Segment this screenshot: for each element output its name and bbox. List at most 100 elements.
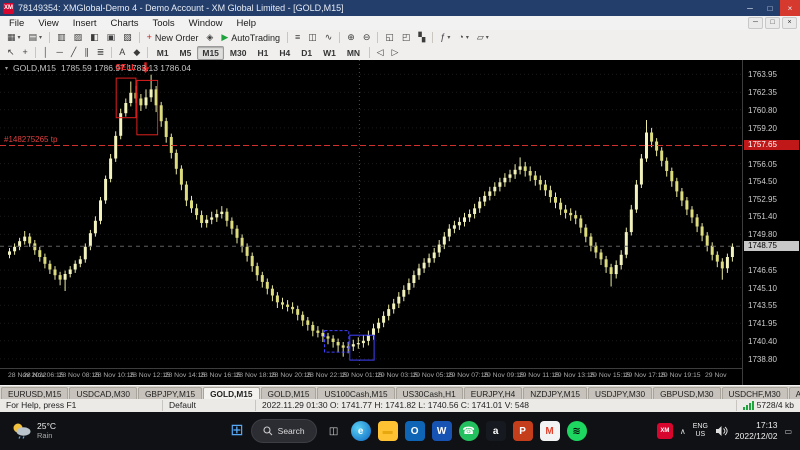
gmail-icon[interactable]: M <box>539 421 560 441</box>
tp-order-label: #148275265 tp <box>4 135 58 145</box>
line-chart-icon[interactable]: ∿ <box>321 30 336 45</box>
timeframe-w1-button[interactable]: W1 <box>318 46 341 60</box>
menubar: File View Insert Charts Tools Window Help ─ □ … <box>0 16 800 31</box>
candle-body <box>220 211 224 214</box>
profiles-icon[interactable]: ▤ ▾ <box>25 30 46 45</box>
candle-body <box>427 258 431 263</box>
time-label: 28 Nov 06:15 <box>23 372 64 379</box>
vertical-line-icon[interactable]: │ <box>39 45 52 60</box>
task-view-icon[interactable]: ◫ <box>324 421 344 441</box>
indicators-list-icon[interactable]: ƒ ▾ <box>437 30 454 45</box>
candle-body <box>715 254 719 262</box>
market-watch-icon[interactable]: ▥ <box>54 30 70 45</box>
template-icon[interactable]: ▱ ▾ <box>473 30 492 45</box>
search-box[interactable]: Search <box>250 419 317 443</box>
notifications-icon[interactable]: ▭ <box>784 427 792 436</box>
edge-icon[interactable]: e <box>350 421 371 441</box>
chart-restore-button[interactable]: □ <box>765 17 780 29</box>
arrows-tool-icon[interactable]: ◆ <box>130 45 144 60</box>
timeframe-h1-button[interactable]: H1 <box>252 46 273 60</box>
step-forward-icon[interactable]: ▷ <box>388 45 402 60</box>
amazon-icon[interactable]: a <box>485 421 506 441</box>
menu-item-help[interactable]: Help <box>229 18 263 29</box>
close-button[interactable]: × <box>780 0 800 16</box>
xm-tray-icon[interactable]: XM <box>656 423 673 439</box>
candle-body <box>78 259 82 264</box>
timeframe-h4-button[interactable]: H4 <box>274 46 295 60</box>
data-window-icon[interactable]: ▨ <box>70 30 86 45</box>
tray-expand-icon[interactable]: ∧ <box>680 427 686 436</box>
price-axis[interactable]: 1763.95 1762.35 1760.80 1759.20 1756.05 1754.… <box>742 60 800 385</box>
powerpoint-icon[interactable]: P <box>512 421 533 441</box>
candle-body <box>164 121 168 137</box>
text-label-icon[interactable]: A <box>116 45 129 60</box>
outlook-icon[interactable]: O <box>404 421 425 441</box>
bar-chart-icon[interactable]: ≡ <box>291 30 303 45</box>
status-bar-ohlc: 2022.11.29 01:30 O: 1741.77 H: 1741.82 L… <box>256 400 737 411</box>
time-label: 28 Nov 14:15 <box>164 372 206 379</box>
annotation-box[interactable] <box>136 79 159 136</box>
candlestick-chart-icon[interactable]: ◫ <box>305 30 321 45</box>
zoom-out-icon[interactable]: ⊖ <box>359 30 374 45</box>
menu-item-file[interactable]: File <box>2 18 31 29</box>
volume-icon[interactable] <box>715 425 728 437</box>
price-tick: 1738.80 <box>748 354 777 364</box>
cascade-windows-icon[interactable]: ◰ <box>398 30 414 45</box>
time-label: 29 Nov 19:15 <box>660 372 701 379</box>
fibonacci-icon[interactable]: ≣ <box>93 45 108 60</box>
start-button[interactable]: ⊞ <box>230 421 243 441</box>
menu-item-view[interactable]: View <box>31 18 65 29</box>
horizontal-line-icon[interactable]: ─ <box>53 45 66 60</box>
strategy-tester-icon[interactable]: ▧ <box>120 30 136 45</box>
minimize-button[interactable]: ─ <box>740 0 760 16</box>
candle-body <box>604 259 608 268</box>
menu-item-charts[interactable]: Charts <box>104 18 146 29</box>
navigator-icon[interactable]: ◧ <box>87 30 103 45</box>
timeframe-mn-button[interactable]: MN <box>342 46 365 60</box>
autotrading-button[interactable]: ▶ AutoTrading <box>218 30 284 45</box>
candle-body <box>720 261 724 269</box>
timeframe-m1-button[interactable]: M1 <box>152 46 174 60</box>
spotify-icon[interactable]: ≋ <box>566 421 587 441</box>
whatsapp-icon[interactable]: ☎ <box>458 421 479 441</box>
timeframe-m15-button[interactable]: M15 <box>197 45 224 60</box>
weather-widget[interactable]: 25°C Rain <box>0 421 160 440</box>
time-label: 28 Nov 16:15 <box>200 372 241 379</box>
price-chart[interactable] <box>0 60 742 368</box>
menu-item-tools[interactable]: Tools <box>145 18 181 29</box>
candle-body <box>422 262 426 269</box>
menu-item-insert[interactable]: Insert <box>66 18 104 29</box>
timeframe-d1-button[interactable]: D1 <box>296 46 317 60</box>
arrange-icons-icon[interactable]: ▚ <box>415 30 429 45</box>
restore-button[interactable]: □ <box>760 0 780 16</box>
trendline-icon[interactable]: ╱ <box>67 45 79 60</box>
step-back-icon[interactable]: ◁ <box>373 45 387 60</box>
file-explorer-icon[interactable]: ▬ <box>377 421 398 441</box>
candle-body <box>660 150 664 161</box>
candle-body <box>119 113 123 136</box>
chart-minimize-button[interactable]: ─ <box>748 17 763 29</box>
new-chart-icon[interactable]: ▦ ▾ <box>4 30 25 45</box>
terminal-icon[interactable]: ▣ <box>103 30 119 45</box>
timeframe-m5-button[interactable]: M5 <box>175 46 197 60</box>
menu-item-window[interactable]: Window <box>182 18 230 29</box>
period-dropdown-icon[interactable]: ◔ ▾ <box>455 30 472 45</box>
tile-windows-icon[interactable]: ◱ <box>382 30 398 45</box>
zoom-in-icon[interactable]: ⊕ <box>344 30 359 45</box>
chart-close-button[interactable]: × <box>782 17 797 29</box>
language-switcher[interactable]: ENG US <box>693 423 708 440</box>
crosshair-icon[interactable]: + <box>19 45 31 60</box>
word-icon[interactable]: W <box>431 421 452 441</box>
candle-body <box>554 197 557 203</box>
metaeditor-icon[interactable]: ◈ <box>203 30 217 45</box>
clock-widget[interactable]: 17:13 2022/12/02 <box>735 420 778 441</box>
candle-body <box>543 184 547 191</box>
status-profile[interactable]: Default <box>163 400 256 411</box>
time-axis[interactable]: 28 Nov 2022 28 Nov 06:15 28 Nov 08:15 28 No… <box>0 368 742 386</box>
price-tick: 1743.55 <box>748 301 777 311</box>
cursor-icon[interactable]: ↖ <box>4 45 19 60</box>
new-order-button[interactable]: + New Order <box>143 30 202 45</box>
candle-body <box>513 169 517 175</box>
timeframe-m30-button[interactable]: M30 <box>225 46 252 60</box>
equidistant-channel-icon[interactable]: ∥ <box>81 45 93 60</box>
